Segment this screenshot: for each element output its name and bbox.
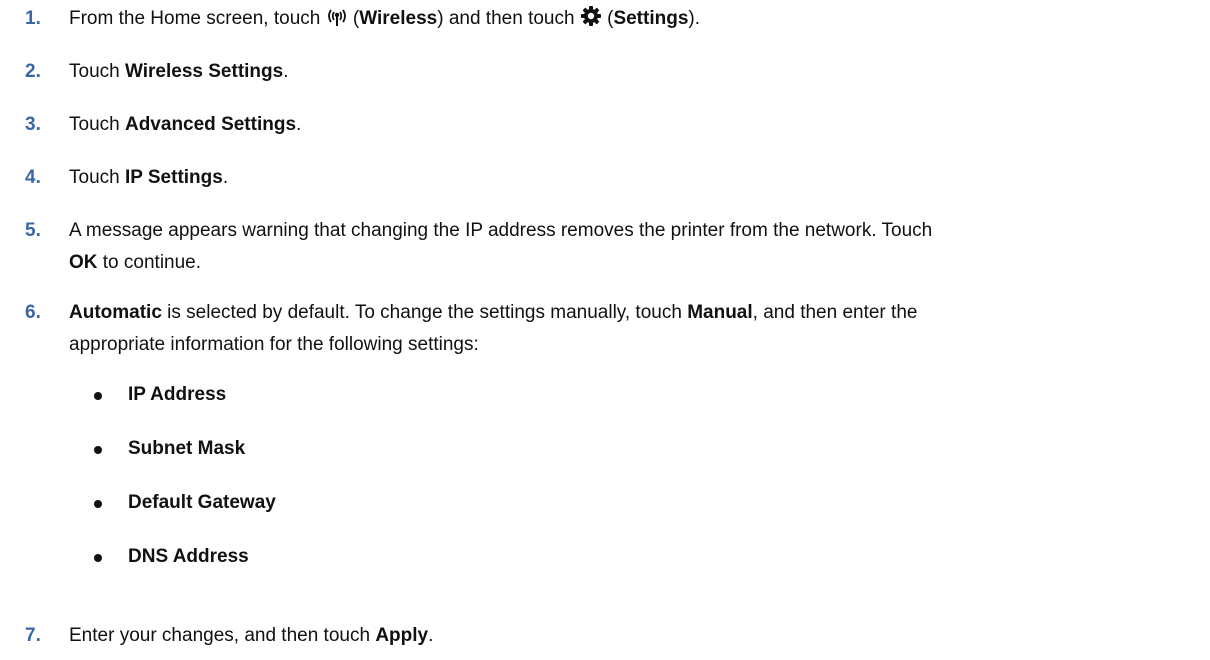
step-number: 6. xyxy=(25,302,41,323)
step-text-part: is selected by default. To change the se… xyxy=(161,302,688,323)
step-text-line: Automatic is selected by default. To cha… xyxy=(69,297,1189,329)
step-number: 4. xyxy=(25,167,41,188)
bullet-text: IP Address xyxy=(128,384,227,405)
step-number: 2. xyxy=(25,61,41,82)
wireless-icon xyxy=(326,6,348,38)
step-text-part: ). xyxy=(688,8,700,29)
step-text-part: . xyxy=(222,167,229,188)
step-text-bold: Manual xyxy=(687,302,753,323)
step-text-bold: Wireless Settings xyxy=(124,61,284,82)
step-text-line: OK to continue. xyxy=(69,247,1189,279)
step-text: Touch Wireless Settings. xyxy=(69,56,1189,88)
step-number: 7. xyxy=(25,625,41,646)
step-text-part: Touch xyxy=(69,61,125,82)
step-text-line: appropriate information for the followin… xyxy=(69,334,479,355)
bullet-text: Default Gateway xyxy=(128,492,276,513)
bullet-icon xyxy=(94,500,102,508)
bullet-text: DNS Address xyxy=(128,546,249,567)
step-number: 5. xyxy=(25,220,41,241)
step-text: Touch IP Settings. xyxy=(69,162,1189,194)
step-text-part: Touch xyxy=(69,167,125,188)
bullet-icon xyxy=(94,446,102,454)
step-text-part: Enter your changes, and then touch xyxy=(69,625,376,646)
step-text-part: , and then enter the xyxy=(752,302,918,323)
bullet-text: Subnet Mask xyxy=(128,438,246,459)
step-text: Automatic is selected by default. To cha… xyxy=(69,297,1189,361)
step-text: A message appears warning that changing … xyxy=(69,215,1189,279)
step-number: 3. xyxy=(25,114,41,135)
step-text-part: to continue. xyxy=(97,252,202,273)
step-text-part: . xyxy=(296,114,302,135)
step-text-bold: OK xyxy=(69,252,98,273)
gear-icon xyxy=(580,5,602,38)
step-text-line: A message appears warning that changing … xyxy=(69,220,933,241)
bullet-icon xyxy=(94,392,102,400)
instruction-list: 1. From the Home screen, touch (Wireless… xyxy=(0,0,1210,660)
step-text-bold: Advanced Settings xyxy=(124,114,297,135)
step-text-part: . xyxy=(428,625,434,646)
step-text-bold: IP Settings xyxy=(124,167,223,188)
step-number: 1. xyxy=(25,8,41,29)
step-text-part: From the Home screen, touch xyxy=(69,8,326,29)
step-text-part: ( xyxy=(347,8,360,29)
step-text-part: . xyxy=(283,61,289,82)
bullet-icon xyxy=(94,554,102,562)
step-text: From the Home screen, touch (Wireless) a… xyxy=(69,3,1189,38)
step-text-bold: Automatic xyxy=(69,302,162,323)
step-text: Touch Advanced Settings. xyxy=(69,109,1189,141)
step-text-bold: Settings xyxy=(613,8,689,29)
step-text-bold: Apply xyxy=(375,625,429,646)
step-text-part: ) and then touch xyxy=(437,8,580,29)
step-text-bold: Wireless xyxy=(359,8,438,29)
step-text-part: Touch xyxy=(69,114,125,135)
step-text: Enter your changes, and then touch Apply… xyxy=(69,620,1189,652)
step-text-part: ( xyxy=(601,8,614,29)
